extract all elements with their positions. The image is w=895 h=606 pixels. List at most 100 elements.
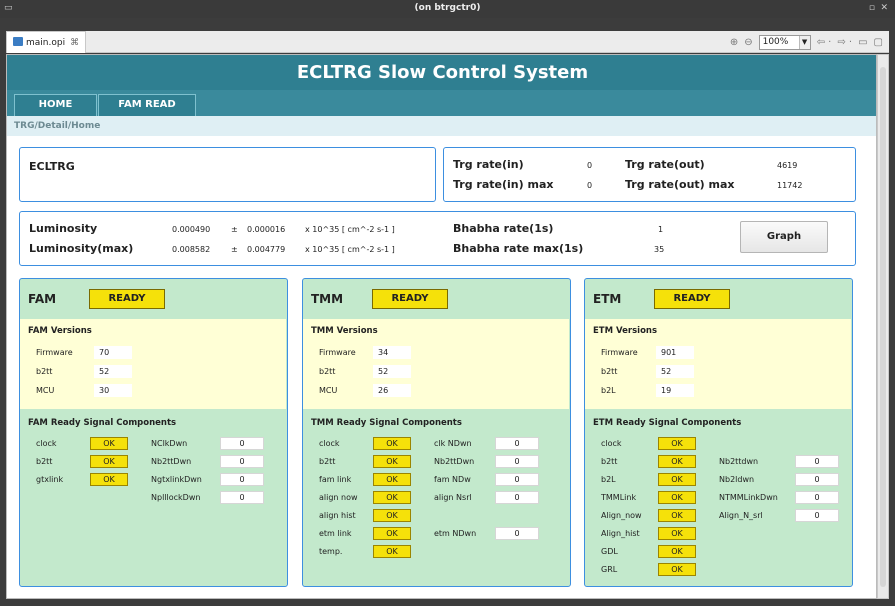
tmm-versions-section: TMM Versions Firmware 34 b2tt 52 MCU 26 — [303, 319, 569, 409]
tmm-clk-ndwn-label: clk NDwn — [434, 439, 472, 448]
etm-versions-title: ETM Versions — [593, 326, 658, 336]
trg-rate-in-max-value: 0 — [587, 181, 593, 190]
etm-b2tt-label: b2tt — [601, 367, 618, 376]
opi-canvas: ECLTRG Slow Control System HOME FAM READ… — [6, 54, 877, 599]
tmm-nb2ttdwn-label: Nb2ttDwn — [434, 457, 475, 466]
fam-b2tt-value: 52 — [94, 365, 132, 378]
fam-b2tt-signal-label: b2tt — [36, 457, 53, 466]
tmm-align-nsrl-value: 0 — [495, 491, 539, 504]
etm-b2l-value: 19 — [656, 384, 694, 397]
tmm-mcu-value: 26 — [373, 384, 411, 397]
etm-ntmmlinkdwn-value: 0 — [795, 491, 839, 504]
etm-grl-status: OK — [658, 563, 696, 576]
tmm-versions-title: TMM Versions — [311, 326, 378, 336]
minimize-view-icon[interactable]: ▭ — [858, 37, 867, 48]
tmm-nb2ttdwn-value: 0 — [495, 455, 539, 468]
window-close-icon[interactable]: ✕ — [880, 3, 888, 13]
scrollbar-thumb[interactable] — [880, 67, 886, 587]
tmm-align-hist-label: align hist — [319, 511, 356, 520]
fam-nplllockdwn-value: 0 — [220, 491, 264, 504]
fam-mcu-label: MCU — [36, 386, 55, 395]
etm-versions-section: ETM Versions Firmware 901 b2tt 52 b2L 19 — [585, 319, 851, 409]
fam-panel: FAM READY FAM Versions Firmware 70 b2tt … — [19, 278, 288, 587]
fam-gtxlink-status: OK — [90, 473, 128, 486]
etm-firmware-value: 901 — [656, 346, 694, 359]
luminosity-error: 0.000016 — [247, 225, 286, 234]
luminosity-value: 0.000490 — [172, 225, 211, 234]
tmm-title: TMM — [311, 292, 344, 306]
etm-title: ETM — [593, 292, 622, 306]
tmm-etm-link-label: etm link — [319, 529, 352, 538]
trg-rate-in-max-label: Trg rate(in) max — [453, 178, 554, 191]
bhabha-rate-value: 1 — [658, 225, 664, 234]
back-icon[interactable]: ⇦ · — [817, 37, 832, 48]
etm-status-badge: READY — [654, 289, 730, 309]
etm-nb2ldwn-value: 0 — [795, 473, 839, 486]
etm-gdl-label: GDL — [601, 547, 618, 556]
etm-nb2ttdwn-value: 0 — [795, 455, 839, 468]
tmm-clock-status: OK — [373, 437, 411, 450]
page-title: ECLTRG Slow Control System — [7, 55, 876, 90]
luminosity-unit: x 10^35 [ cm^-2 s-1 ] — [305, 225, 395, 234]
fam-title: FAM — [28, 292, 57, 306]
tmm-etm-ndwn-label: etm NDwn — [434, 529, 477, 538]
tab-close-icon[interactable]: ⌘ — [70, 38, 79, 48]
zoom-out-icon[interactable]: ⊖ — [744, 37, 752, 48]
fam-b2tt-status: OK — [90, 455, 128, 468]
luminosity-box: Luminosity 0.000490 ± 0.000016 x 10^35 [… — [19, 211, 856, 266]
etm-b2tt-status: OK — [658, 455, 696, 468]
tmm-align-now-label: align now — [319, 493, 358, 502]
tmm-signals-title: TMM Ready Signal Components — [311, 418, 462, 428]
zoom-select[interactable]: 100% ▼ — [758, 35, 811, 50]
fam-clock-label: clock — [36, 439, 57, 448]
vertical-scrollbar[interactable] — [877, 54, 889, 599]
etm-clock-label: clock — [601, 439, 622, 448]
window-minimize-icon[interactable]: ▫ — [869, 3, 875, 13]
tmm-b2tt-value: 52 — [373, 365, 411, 378]
chevron-down-icon[interactable]: ▼ — [798, 36, 810, 49]
bhabha-rate-label: Bhabha rate(1s) — [453, 222, 554, 235]
graph-button[interactable]: Graph — [740, 221, 828, 253]
fam-nclkdwn-value: 0 — [220, 437, 264, 450]
tmm-fam-link-status: OK — [373, 473, 411, 486]
tmm-fam-ndw-label: fam NDw — [434, 475, 471, 484]
forward-icon[interactable]: ⇨ · — [837, 37, 852, 48]
nav-home-button[interactable]: HOME — [14, 94, 97, 116]
tmm-clk-ndwn-value: 0 — [495, 437, 539, 450]
fam-nplllockdwn-label: NplllockDwn — [151, 493, 201, 502]
tmm-b2tt-status: OK — [373, 455, 411, 468]
etm-nb2ldwn-label: Nb2ldwn — [719, 475, 755, 484]
etm-b2l-label: b2L — [601, 386, 616, 395]
editor-tabbar: main.opi ⌘ ⊕ ⊖ 100% ▼ ⇦ · ⇨ · ▭ ▢ — [6, 31, 889, 53]
etm-tmmlink-label: TMMLink — [601, 493, 637, 502]
luminosity-label: Luminosity — [29, 222, 98, 235]
tmm-fam-ndw-value: 0 — [495, 473, 539, 486]
tmm-etm-link-status: OK — [373, 527, 411, 540]
fam-nclkdwn-label: NClkDwn — [151, 439, 188, 448]
fam-mcu-value: 30 — [94, 384, 132, 397]
trigger-rate-box: Trg rate(in) 0 Trg rate(out) 4619 Trg ra… — [443, 147, 856, 202]
etm-align-hist-status: OK — [658, 527, 696, 540]
tmm-status-badge: READY — [372, 289, 448, 309]
etm-align-n-srl-label: Align_N_srl — [719, 511, 763, 520]
tab-main-opi[interactable]: main.opi ⌘ — [6, 31, 87, 53]
etm-align-now-status: OK — [658, 509, 696, 522]
tab-label: main.opi — [26, 38, 66, 48]
luminosity-pm: ± — [231, 225, 238, 234]
trg-rate-out-max-value: 11742 — [777, 181, 803, 190]
trg-rate-out-max-label: Trg rate(out) max — [625, 178, 735, 191]
nav-fam-read-button[interactable]: FAM READ — [98, 94, 196, 116]
maximize-view-icon[interactable]: ▢ — [874, 37, 883, 48]
etm-b2tt-signal-label: b2tt — [601, 457, 618, 466]
zoom-in-icon[interactable]: ⊕ — [730, 37, 738, 48]
fam-versions-title: FAM Versions — [28, 326, 92, 336]
window-title: (on btrgctr0) — [414, 3, 481, 13]
tmm-b2tt-label: b2tt — [319, 367, 336, 376]
fam-nb2ttdwn-label: Nb2ttDwn — [151, 457, 192, 466]
etm-b2tt-value: 52 — [656, 365, 694, 378]
etm-grl-label: GRL — [601, 565, 618, 574]
fam-ngtxlinkdwn-value: 0 — [220, 473, 264, 486]
fam-gtxlink-label: gtxlink — [36, 475, 64, 484]
tmm-firmware-label: Firmware — [319, 348, 356, 357]
fam-signals-title: FAM Ready Signal Components — [28, 418, 177, 428]
